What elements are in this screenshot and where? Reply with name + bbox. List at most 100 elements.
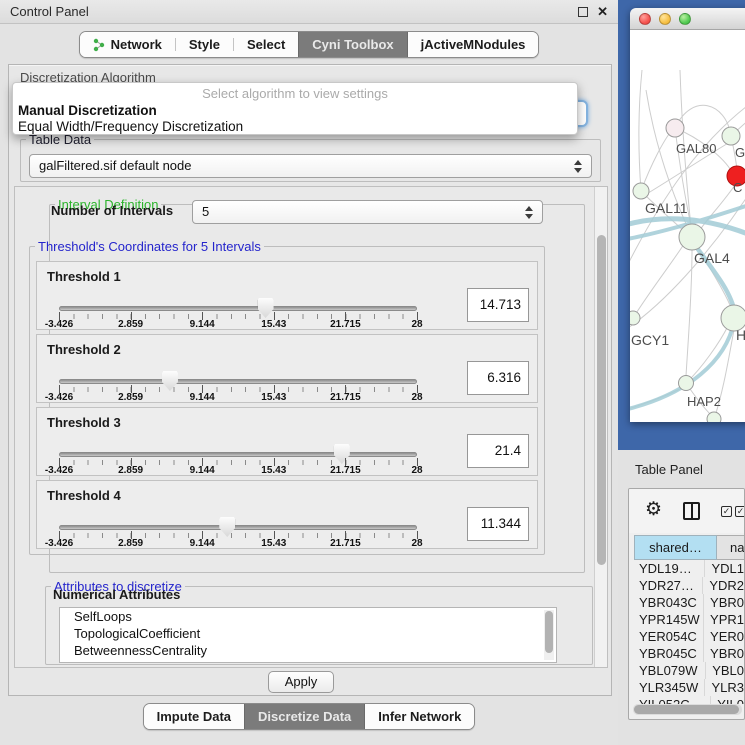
table-toolbar: ⚙	[629, 489, 744, 533]
threshold-4-value-input[interactable]: 11.344	[467, 507, 529, 541]
table-row[interactable]: YBR045CYBR0	[634, 645, 744, 662]
horizontal-scrollbar[interactable]	[633, 704, 742, 715]
table-row[interactable]: YDL19…YDL1	[634, 560, 744, 577]
network-tab-icon	[93, 38, 106, 52]
table-data-combo[interactable]: galFiltered.sif default node	[29, 154, 592, 178]
network-node[interactable]	[633, 183, 649, 199]
cell: YIL0	[711, 696, 744, 704]
cell: YLR3	[705, 679, 744, 696]
panel-scrollbar[interactable]	[594, 187, 607, 667]
slider-track[interactable]	[59, 452, 417, 457]
scrollbar-thumb[interactable]	[597, 235, 606, 565]
tab-jactivemnodules[interactable]: jActiveMNodules	[408, 32, 539, 57]
scale-label: 28	[411, 465, 422, 476]
table-row[interactable]: YBR043CYBR0	[634, 594, 744, 611]
tab-cyni-toolbox[interactable]: Cyni Toolbox	[298, 32, 407, 57]
node-label-gal4: GAL4	[694, 250, 730, 266]
columns-icon[interactable]	[683, 502, 700, 520]
list-scrollbar[interactable]	[544, 610, 554, 660]
minimize-traffic-light-icon[interactable]	[659, 13, 671, 25]
column-header-shared-name[interactable]: shared…	[634, 535, 717, 560]
zoom-traffic-light-icon[interactable]	[679, 13, 691, 25]
numerical-attributes-label: Numerical Attributes	[53, 587, 180, 602]
slider-track[interactable]	[59, 525, 417, 530]
scale-label: 21.715	[330, 538, 361, 549]
scrollbar-thumb[interactable]	[634, 705, 739, 714]
threshold-3-slider: -3.4262.8599.14415.4321.71528	[59, 444, 417, 476]
list-item[interactable]: TopologicalCoefficient	[60, 625, 556, 642]
panel-title: Control Panel	[10, 4, 89, 19]
scale-label: 15.43	[261, 538, 286, 549]
number-of-intervals-combo[interactable]: 5	[192, 200, 543, 224]
network-node[interactable]	[666, 119, 684, 137]
cell: YIL052C	[634, 696, 711, 704]
scrollbar-thumb[interactable]	[545, 611, 553, 653]
scale-label: 2.859	[118, 319, 143, 330]
control-panel: Control Panel ✕ Network Style Select Cyn…	[0, 0, 618, 745]
list-item[interactable]: SelfLoops	[60, 608, 556, 625]
number-of-intervals-label: Number of Intervals	[51, 203, 173, 218]
gear-icon[interactable]: ⚙	[645, 498, 662, 521]
slider-track[interactable]	[59, 306, 417, 311]
close-traffic-light-icon[interactable]	[639, 13, 651, 25]
tab-label: jActiveMNodules	[421, 37, 526, 52]
network-canvas[interactable]: GAL80 GA GAL11 GAL4 GCY1 H HAP2 C	[630, 30, 745, 422]
threshold-1-row: Threshold 1 -3.4262.8599.14415.4321.7152…	[36, 261, 538, 330]
threshold-1-label: Threshold 1	[47, 269, 121, 284]
apply-button[interactable]: Apply	[268, 671, 334, 693]
list-item[interactable]: BetweennessCentrality	[60, 642, 556, 659]
tab-network[interactable]: Network	[80, 32, 175, 57]
network-node[interactable]	[679, 224, 705, 250]
threshold-3-value-input[interactable]: 21.4	[467, 434, 529, 468]
threshold-1-value-input[interactable]: 14.713	[467, 288, 529, 322]
close-icon[interactable]: ✕	[597, 7, 608, 17]
node-label-gal80: GAL80	[676, 141, 716, 156]
float-window-icon[interactable]	[578, 7, 588, 17]
combo-spinner-icon	[574, 159, 583, 174]
scale-label: 9.144	[190, 319, 215, 330]
cell: YLR345W	[634, 679, 705, 696]
table-row[interactable]: YER054CYER0	[634, 628, 744, 645]
network-node[interactable]	[630, 311, 640, 325]
tab-style[interactable]: Style	[176, 32, 233, 57]
table-row[interactable]: YIL052CYIL0	[634, 696, 744, 704]
node-label-clipped: H	[736, 327, 745, 343]
cell: YBR045C	[634, 645, 704, 662]
table-row[interactable]: YPR145WYPR1	[634, 611, 744, 628]
table-row[interactable]: YDR27…YDR2	[634, 577, 744, 594]
tab-select[interactable]: Select	[234, 32, 298, 57]
table-data-combo-value: galFiltered.sif default node	[39, 158, 191, 173]
table-row[interactable]: YLR345WYLR3	[634, 679, 744, 696]
network-node[interactable]	[679, 376, 694, 391]
slider-scale-labels: -3.4262.8599.14415.4321.71528	[59, 392, 417, 404]
network-node[interactable]	[722, 127, 740, 145]
algorithm-option-manual[interactable]: Manual Discretization	[13, 103, 577, 119]
cell: YER0	[704, 628, 744, 645]
threshold-2-value-input[interactable]: 6.316	[467, 361, 529, 395]
cell: YPR145W	[634, 611, 704, 628]
scale-label: 28	[411, 392, 422, 403]
checkbox-icon[interactable]	[735, 506, 745, 517]
cell: YBL0	[706, 662, 744, 679]
threshold-3-label: Threshold 3	[47, 415, 121, 430]
tab-infer-network[interactable]: Infer Network	[365, 704, 474, 729]
scale-label: 28	[411, 538, 422, 549]
threshold-2-slider: -3.4262.8599.14415.4321.71528	[59, 371, 417, 403]
cell: YDL19…	[634, 560, 705, 577]
network-node[interactable]	[707, 412, 721, 422]
threshold-2-row: Threshold 2 -3.4262.8599.14415.4321.7152…	[36, 334, 538, 403]
checkbox-icon[interactable]	[721, 506, 732, 517]
number-of-intervals-value: 5	[202, 204, 209, 219]
slider-track[interactable]	[59, 379, 417, 384]
cell: YDR2	[703, 577, 744, 594]
tab-discretize-data[interactable]: Discretize Data	[244, 704, 365, 729]
algorithm-option-equal-width[interactable]: Equal Width/Frequency Discretization	[13, 119, 577, 135]
top-tab-bar: Network Style Select Cyni Toolbox jActiv…	[0, 31, 618, 58]
table-row[interactable]: YBL079WYBL0	[634, 662, 744, 679]
slider-scale-labels: -3.4262.8599.14415.4321.71528	[59, 465, 417, 477]
column-header-name[interactable]: na	[717, 535, 745, 560]
threshold-4-slider: -3.4262.8599.14415.4321.71528	[59, 517, 417, 549]
slider-scale-labels: -3.4262.8599.14415.4321.71528	[59, 538, 417, 550]
right-column: GAL80 GA GAL11 GAL4 GCY1 H HAP2 C Table …	[618, 0, 745, 745]
tab-impute-data[interactable]: Impute Data	[144, 704, 244, 729]
